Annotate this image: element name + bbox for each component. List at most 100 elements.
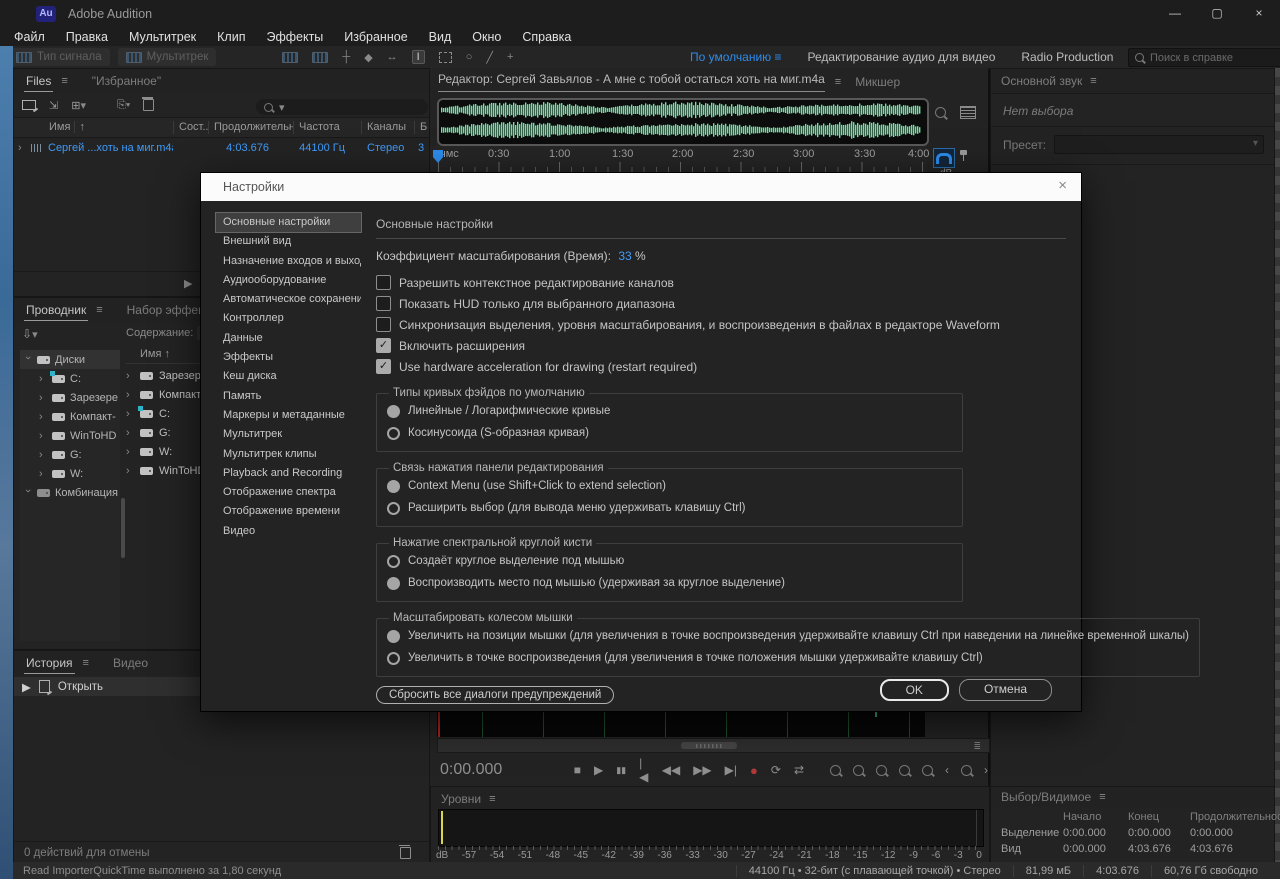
selection-panel-menu-icon[interactable]: ≡ (1099, 791, 1105, 803)
zoom-reset-icon[interactable] (935, 107, 946, 118)
snap-toggle[interactable] (933, 148, 955, 168)
pref-category[interactable]: Playback and Recording (216, 464, 361, 483)
chevron-right-icon[interactable]: › (39, 373, 47, 385)
waveform-display-bottom[interactable] (437, 710, 925, 737)
trash-icon[interactable] (400, 847, 411, 859)
menu-view[interactable]: Вид (429, 30, 452, 44)
playhead-line[interactable] (438, 710, 440, 737)
pref-category[interactable]: Мультитрек (216, 425, 361, 444)
navigator-handle[interactable] (681, 742, 737, 749)
chevron-down-icon[interactable]: › (22, 356, 34, 364)
pref-category[interactable]: Эффекты (216, 348, 361, 367)
rewind-button[interactable]: ◀◀ (662, 763, 680, 777)
history-panel-menu-icon[interactable]: ≡ (83, 657, 89, 669)
play-button[interactable]: ▶ (594, 763, 603, 777)
menu-effects[interactable]: Эффекты (266, 30, 323, 44)
radio[interactable] (387, 502, 400, 515)
menu-window[interactable]: Окно (472, 30, 501, 44)
menu-multitrack[interactable]: Мультитрек (129, 30, 196, 44)
chevron-down-icon[interactable]: › (22, 489, 34, 497)
menu-help[interactable]: Справка (522, 30, 571, 44)
tab-mixer[interactable]: Микшер (855, 75, 900, 89)
tab-browser[interactable]: Проводник (24, 299, 88, 321)
lasso-tool-icon[interactable]: ○ (466, 51, 473, 63)
tree-item-drive[interactable]: › G: (20, 445, 120, 464)
workspace-menu-icon[interactable]: ≡ (775, 50, 782, 64)
trash-icon[interactable] (143, 99, 154, 111)
reset-warnings-button[interactable]: Сбросить все диалоги предупреждений (376, 686, 614, 704)
browser-panel-menu-icon[interactable]: ≡ (96, 304, 102, 316)
radio[interactable] (387, 577, 400, 590)
pref-category[interactable]: Данные (216, 329, 361, 348)
tree-item-drive[interactable]: › C: (20, 369, 120, 388)
waveform-overview[interactable] (437, 98, 929, 146)
insert-multitrack-icon[interactable]: ⎘▾ (117, 99, 130, 112)
zoom-out-time-button-icon[interactable] (899, 765, 910, 776)
zoom-out-button-icon[interactable] (853, 765, 864, 776)
skip-selection-button[interactable]: ⇄ (794, 763, 804, 777)
zoom-reset-button-icon[interactable] (922, 765, 933, 776)
tree-item-drives[interactable]: › Диски (20, 350, 120, 369)
cancel-button[interactable]: Отмена (959, 679, 1052, 701)
checkbox[interactable] (376, 296, 391, 311)
chevron-right-icon[interactable]: › (39, 430, 47, 442)
zoom-navigator[interactable]: ≣ (437, 738, 990, 753)
tab-essential-sound[interactable]: Основной звук (1001, 74, 1082, 88)
pref-category[interactable]: Мультитрек клипы (216, 445, 361, 464)
pref-category[interactable]: Видео (216, 522, 361, 541)
zoom-prev-icon[interactable]: ‹ (945, 763, 949, 777)
tab-history[interactable]: История (24, 652, 75, 674)
spectral-display-icon[interactable] (312, 52, 328, 63)
pref-category[interactable]: Аудиооборудование (216, 271, 361, 290)
pref-category[interactable]: Кеш диска (216, 367, 361, 386)
chevron-right-icon[interactable]: › (39, 392, 47, 404)
zoom-in-time-button-icon[interactable] (876, 765, 887, 776)
minimize-button[interactable]: — (1154, 0, 1196, 27)
files-panel-menu-icon[interactable]: ≡ (61, 75, 67, 87)
brush-tool-icon[interactable]: ╱ (486, 51, 493, 64)
slip-tool-icon[interactable]: ↔ (387, 51, 398, 63)
forward-button[interactable]: ▶▶ (693, 763, 711, 777)
pref-category[interactable]: Автоматическое сохранение (216, 290, 361, 309)
radio[interactable] (387, 555, 400, 568)
loop-button[interactable]: ⟳ (771, 763, 781, 777)
pref-category[interactable]: Отображение спектра (216, 483, 361, 502)
pref-category[interactable]: Основные настройки (216, 213, 361, 232)
waveform-display-icon[interactable] (282, 52, 298, 63)
tab-selection-view[interactable]: Выбор/Видимое (1001, 790, 1091, 804)
tab-files[interactable]: Files (24, 70, 53, 92)
zoom-next-icon[interactable]: › (984, 763, 988, 777)
new-item-icon[interactable]: ⊞▾ (71, 99, 86, 112)
expand-chevron-icon[interactable]: › (18, 142, 26, 154)
workspace-tab-audio-for-video[interactable]: Редактирование аудио для видео (808, 50, 996, 64)
maximize-button[interactable]: ▢ (1196, 0, 1238, 27)
record-button[interactable]: ● (750, 763, 758, 778)
close-button[interactable]: × (1238, 0, 1280, 27)
checkbox[interactable]: ✓ (376, 359, 391, 374)
pause-button[interactable]: ▮▮ (616, 765, 626, 776)
zoom-selection-button-icon[interactable] (961, 765, 972, 776)
timeselect-tool-icon[interactable]: I (412, 50, 425, 64)
pref-category[interactable]: Внешний вид (216, 232, 361, 251)
track-list-icon[interactable] (960, 106, 976, 119)
radio[interactable] (387, 630, 400, 643)
radio[interactable] (387, 427, 400, 440)
radio[interactable] (387, 405, 400, 418)
pref-category[interactable]: Назначение входов и выходов (216, 252, 361, 271)
files-search-input[interactable]: ▾ (256, 99, 428, 115)
tree-item-drive[interactable]: › Компакт- (20, 407, 120, 426)
chevron-right-icon[interactable]: › (39, 411, 47, 423)
pref-category[interactable]: Маркеры и метаданные (216, 406, 361, 425)
workspace-tab-radio-production[interactable]: Radio Production (1021, 50, 1113, 64)
workspace-tab-default[interactable]: По умолчанию ≡ (690, 50, 782, 64)
tree-item-drive[interactable]: › Зарезере (20, 388, 120, 407)
zoom-in-button-icon[interactable] (830, 765, 841, 776)
tab-editor[interactable]: Редактор: Сергей Завьялов - А мне с тобо… (438, 72, 825, 92)
tree-item-drive[interactable]: › W: (20, 464, 120, 483)
skip-start-button[interactable]: |◀ (639, 756, 649, 784)
stop-button[interactable]: ■ (574, 763, 581, 777)
tab-levels[interactable]: Уровни (441, 792, 481, 806)
chevron-right-icon[interactable]: › (39, 449, 47, 461)
radio[interactable] (387, 480, 400, 493)
skip-end-button[interactable]: ▶| (725, 763, 737, 777)
